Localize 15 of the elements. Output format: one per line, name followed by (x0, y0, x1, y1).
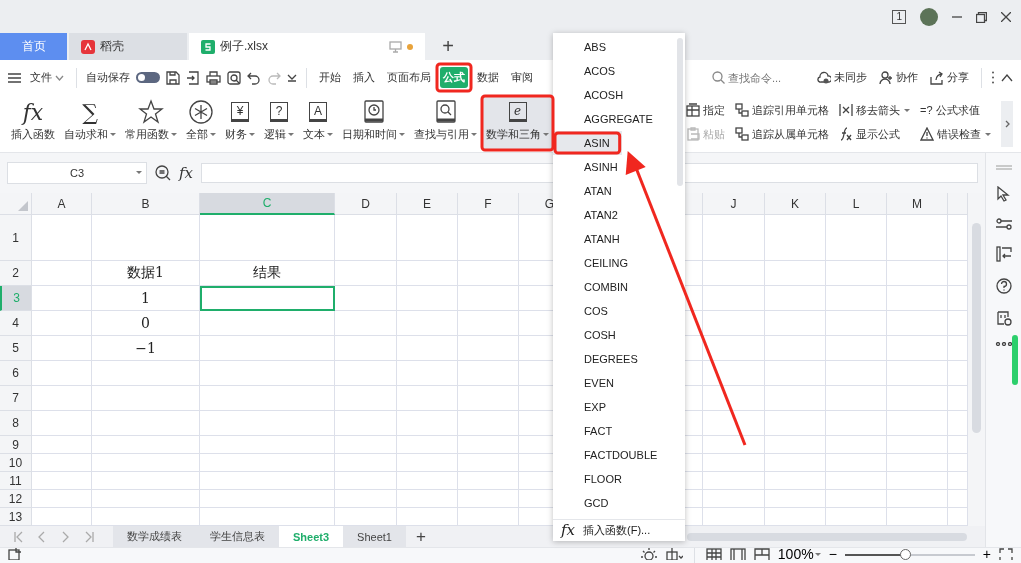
table-cell: 0 (92, 311, 200, 336)
book-icon: A (309, 102, 327, 122)
book-icon: ? (270, 102, 288, 122)
window-count-badge: 1 (892, 10, 906, 24)
function-icon: fx (22, 99, 44, 125)
evaluate-icon: =? (920, 104, 933, 116)
book-icon: e (508, 102, 527, 122)
table-cell: 数据1 (92, 261, 200, 286)
function-icon: fx (561, 521, 575, 540)
book-icon: ¥ (231, 102, 249, 122)
table-cell: 1 (92, 286, 200, 311)
sum-icon: ∑ (82, 99, 98, 125)
autosave-label: 自动保存 (86, 70, 130, 85)
table-cell: 结果 (200, 261, 335, 286)
table-cell: −1 (92, 336, 200, 361)
